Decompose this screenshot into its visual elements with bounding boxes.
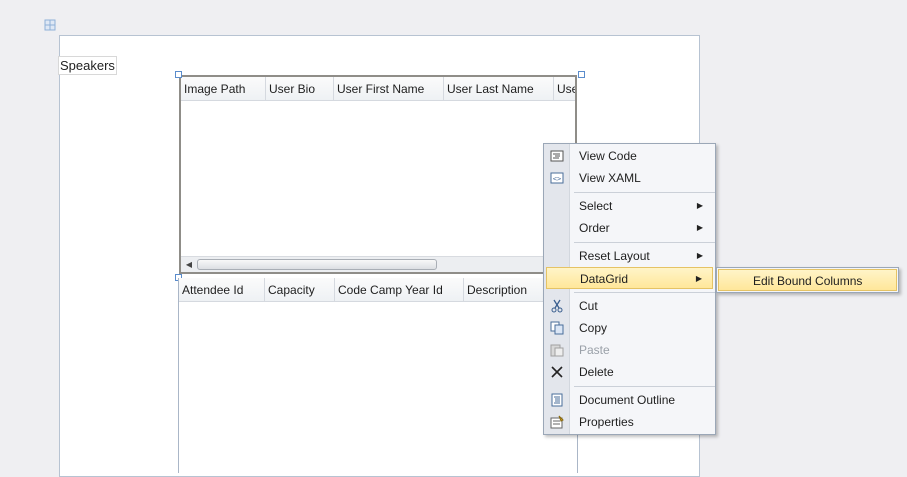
menu-item-select[interactable]: Select ▶ <box>546 195 713 217</box>
selection-handle[interactable] <box>578 71 585 78</box>
sessions-grid-header: Attendee Id Capacity Code Camp Year Id D… <box>179 278 544 302</box>
scissors-icon <box>550 299 564 313</box>
menu-item-view-xaml[interactable]: <> View XAML <box>546 167 713 189</box>
column-header[interactable]: Capacity <box>265 278 335 302</box>
column-header[interactable]: User <box>554 77 575 101</box>
menu-separator <box>574 242 715 243</box>
column-header[interactable]: Image Path <box>181 77 266 101</box>
layout-root-icon[interactable] <box>44 19 56 31</box>
menu-item-reset-layout[interactable]: Reset Layout ▶ <box>546 245 713 267</box>
menu-item-delete[interactable]: Delete <box>546 361 713 383</box>
speakers-grid-header: Image Path User Bio User First Name User… <box>181 77 575 101</box>
svg-text:<>: <> <box>553 175 561 183</box>
column-header[interactable]: Attendee Id <box>179 278 265 302</box>
menu-item-paste[interactable]: Paste <box>546 339 713 361</box>
menu-separator <box>574 192 715 193</box>
selection-handle[interactable] <box>175 71 182 78</box>
column-header[interactable]: Code Camp Year Id <box>335 278 464 302</box>
submenu-arrow-icon: ▶ <box>696 223 703 232</box>
menu-item-cut[interactable]: Cut <box>546 295 713 317</box>
speakers-datagrid[interactable]: Image Path User Bio User First Name User… <box>179 75 577 274</box>
column-header[interactable]: User Last Name <box>444 77 554 101</box>
context-menu: View Code <> View XAML Select ▶ Order ▶ … <box>543 143 716 435</box>
scroll-left-arrow-icon[interactable]: ◀ <box>183 257 195 272</box>
horizontal-scrollbar[interactable]: ◀ <box>181 256 575 272</box>
menu-item-document-outline[interactable]: Document Outline <box>546 389 713 411</box>
submenu-arrow-icon: ▶ <box>696 201 703 210</box>
menu-separator <box>574 292 715 293</box>
speakers-label[interactable]: Speakers <box>58 56 117 75</box>
menu-item-view-code[interactable]: View Code <box>546 145 713 167</box>
sessions-datagrid[interactable]: Attendee Id Capacity Code Camp Year Id D… <box>178 278 578 473</box>
view-code-icon <box>550 149 564 163</box>
scrollbar-thumb[interactable] <box>197 259 437 270</box>
datagrid-submenu: Edit Bound Columns <box>716 267 899 293</box>
copy-icon <box>550 321 564 335</box>
view-xaml-icon: <> <box>550 171 564 185</box>
menu-item-copy[interactable]: Copy <box>546 317 713 339</box>
submenu-arrow-icon: ▶ <box>696 251 703 260</box>
column-header[interactable]: User First Name <box>334 77 444 101</box>
menu-item-edit-bound-columns[interactable]: Edit Bound Columns <box>718 269 897 291</box>
delete-x-icon <box>550 365 564 379</box>
submenu-arrow-icon: ▶ <box>695 274 702 283</box>
menu-item-datagrid[interactable]: DataGrid ▶ <box>546 267 713 289</box>
menu-separator <box>574 386 715 387</box>
column-header[interactable]: Description <box>464 278 544 302</box>
properties-icon <box>550 415 564 429</box>
menu-item-properties[interactable]: Properties <box>546 411 713 433</box>
column-header[interactable]: User Bio <box>266 77 334 101</box>
paste-icon <box>550 343 564 357</box>
menu-item-order[interactable]: Order ▶ <box>546 217 713 239</box>
document-outline-icon <box>550 393 564 407</box>
